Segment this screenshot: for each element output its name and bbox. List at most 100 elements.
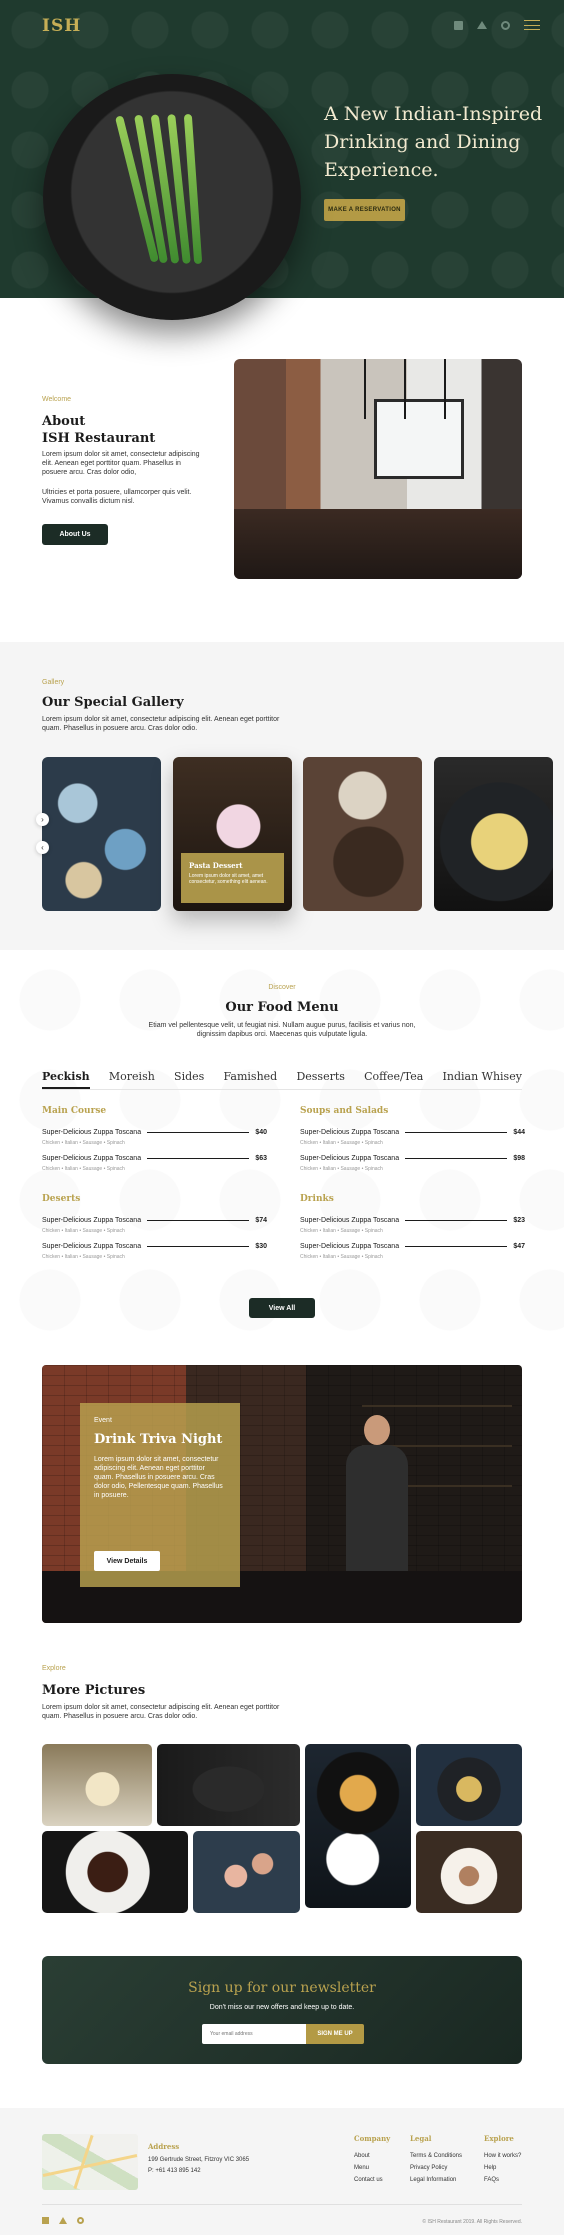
category-drinks: Drinks: [300, 1194, 334, 1204]
instagram-icon[interactable]: [77, 2217, 84, 2224]
copyright-text: © ISH Restaurant 2019. All Rights Reserv…: [422, 2219, 522, 2225]
footer-address-line1: 199 Gertrude Street, Fitzroy VIC 3065: [148, 2157, 250, 2163]
facebook-icon[interactable]: [42, 2217, 49, 2224]
category-deserts: Deserts: [42, 1194, 81, 1204]
newsletter-subtitle: Don't miss our new offers and keep up to…: [209, 2004, 355, 2011]
gallery-photo[interactable]: [42, 1744, 152, 1826]
about-title: About ISH Restaurant: [42, 413, 155, 447]
menu-item-name: Super-Delicious Zuppa Toscana: [42, 1129, 142, 1136]
about-paragraph-1: Lorem ipsum dolor sit amet, consectetur …: [42, 451, 200, 476]
view-details-button[interactable]: View Details: [94, 1551, 160, 1571]
footer-link-terms[interactable]: Terms & Conditions: [410, 2153, 462, 2159]
tab-sides[interactable]: Sides: [174, 1070, 204, 1089]
menu-item[interactable]: Super-Delicious Zuppa Toscana $40 Chicken…: [42, 1129, 267, 1146]
gallery-photo[interactable]: [42, 1831, 188, 1913]
logo[interactable]: ISH: [42, 16, 81, 36]
menu-item-price: $40: [255, 1129, 267, 1136]
location-map[interactable]: [42, 2134, 138, 2190]
menu-item[interactable]: Super-Delicious Zuppa Toscana $63 Chicken…: [42, 1155, 267, 1172]
menu-item-price: $98: [513, 1155, 525, 1162]
facebook-icon[interactable]: [454, 20, 463, 30]
twitter-icon[interactable]: [59, 2217, 67, 2224]
menu-description: Etiam vel pellentesque velit, ut feugiat…: [148, 1022, 416, 1038]
menu-item-price: $44: [513, 1129, 525, 1136]
menu-item-name: Super-Delicious Zuppa Toscana: [42, 1217, 142, 1224]
twitter-icon[interactable]: [477, 21, 487, 29]
gallery-photo[interactable]: [305, 1744, 411, 1908]
event-text: Lorem ipsum dolor sit amet, consectetur …: [94, 1456, 223, 1499]
gallery-card[interactable]: [42, 757, 161, 911]
footer-social-icons: [42, 2217, 84, 2224]
more-eyebrow: Explore: [42, 1665, 66, 1672]
menu-item[interactable]: Super-Delicious Zuppa Toscana $98 Chicken…: [300, 1155, 525, 1172]
gallery-card[interactable]: [303, 757, 422, 911]
menu-item-name: Super-Delicious Zuppa Toscana: [42, 1155, 142, 1162]
gallery-next-arrow-icon[interactable]: ›: [36, 813, 49, 826]
gallery-photo[interactable]: [416, 1744, 522, 1826]
gallery-card-overlay: Pasta Dessert Lorem ipsum dolor sit amet…: [181, 853, 284, 903]
footer-link-faqs[interactable]: FAQs: [484, 2177, 499, 2183]
menu-item-ingredients: Chicken • Italian • Sausage • Spinach: [300, 1228, 383, 1234]
footer-link-privacy[interactable]: Privacy Policy: [410, 2165, 447, 2171]
sign-me-up-button[interactable]: SIGN ME UP: [306, 2024, 364, 2044]
footer-link-contact[interactable]: Contact us: [354, 2177, 383, 2183]
menu-tabs: Peckish Moreish Sides Famished Desserts …: [42, 1070, 522, 1089]
tab-famished[interactable]: Famished: [224, 1070, 278, 1089]
menu-item-name: Super-Delicious Zuppa Toscana: [42, 1243, 142, 1250]
gallery-prev-arrow-icon[interactable]: ‹: [36, 841, 49, 854]
gallery-card[interactable]: [434, 757, 553, 911]
menu-item[interactable]: Super-Delicious Zuppa Toscana $44 Chicken…: [300, 1129, 525, 1146]
make-reservation-button[interactable]: MAKE A RESERVATION: [324, 199, 405, 221]
gallery-card[interactable]: Pasta Dessert Lorem ipsum dolor sit amet…: [173, 757, 292, 911]
gallery-photo[interactable]: [157, 1744, 300, 1826]
footer-link-about[interactable]: About: [354, 2153, 370, 2159]
menu-item-ingredients: Chicken • Italian • Sausage • Spinach: [42, 1228, 125, 1234]
about-eyebrow: Welcome: [42, 396, 72, 403]
newsletter-email-input[interactable]: [202, 2024, 306, 2044]
menu-item-price: $47: [513, 1243, 525, 1250]
footer-link-legal-info[interactable]: Legal Information: [410, 2177, 456, 2183]
tab-peckish[interactable]: Peckish: [42, 1070, 90, 1089]
menu-item-name: Super-Delicious Zuppa Toscana: [300, 1155, 400, 1162]
hamburger-menu-icon[interactable]: [524, 20, 540, 30]
menu-title: Our Food Menu: [225, 1000, 339, 1015]
menu-item[interactable]: Super-Delicious Zuppa Toscana $74 Chicken…: [42, 1217, 267, 1234]
gallery-card-text: Lorem ipsum dolor sit amet, amet consect…: [189, 873, 268, 885]
tab-moreish[interactable]: Moreish: [109, 1070, 155, 1089]
more-pictures-title: More Pictures: [42, 1683, 146, 1698]
menu-eyebrow: Discover: [268, 984, 296, 991]
footer-link-how-it-works[interactable]: How it works?: [484, 2153, 521, 2159]
event-title: Drink Triva Night: [94, 1432, 223, 1447]
menu-item[interactable]: Super-Delicious Zuppa Toscana $23 Chicken…: [300, 1217, 525, 1234]
category-soups-salads: Soups and Salads: [300, 1106, 389, 1116]
event-card: Event Drink Triva Night Lorem ipsum dolo…: [80, 1403, 240, 1587]
newsletter-title: Sign up for our newsletter: [188, 1980, 376, 1996]
menu-item[interactable]: Super-Delicious Zuppa Toscana $30 Chicken…: [42, 1243, 267, 1260]
tab-desserts[interactable]: Desserts: [296, 1070, 344, 1089]
tab-coffee-tea[interactable]: Coffee/Tea: [364, 1070, 423, 1089]
menu-item-name: Super-Delicious Zuppa Toscana: [300, 1129, 400, 1136]
menu-item-ingredients: Chicken • Italian • Sausage • Spinach: [300, 1254, 383, 1260]
gallery-photo[interactable]: [416, 1831, 522, 1913]
restaurant-interior-image: [234, 359, 522, 579]
menu-item-name: Super-Delicious Zuppa Toscana: [300, 1217, 400, 1224]
header-icons: [454, 20, 540, 30]
tabs-divider: [42, 1089, 522, 1090]
menu-item-ingredients: Chicken • Italian • Sausage • Spinach: [42, 1254, 125, 1260]
menu-item[interactable]: Super-Delicious Zuppa Toscana $47 Chicken…: [300, 1243, 525, 1260]
footer-link-menu[interactable]: Menu: [354, 2165, 369, 2171]
instagram-icon[interactable]: [501, 20, 510, 30]
view-all-button[interactable]: View All: [249, 1298, 315, 1318]
about-us-button[interactable]: About Us: [42, 524, 108, 545]
gallery-eyebrow: Gallery: [42, 679, 65, 686]
footer-divider: [42, 2204, 522, 2205]
about-paragraph-2: Ultricies et porta posuere, ullamcorper …: [42, 489, 192, 505]
hero-dish-image: [43, 74, 301, 320]
footer-explore-heading: Explore: [484, 2134, 514, 2143]
gallery-card-title: Pasta Dessert: [189, 861, 243, 870]
footer-link-help[interactable]: Help: [484, 2165, 496, 2171]
hero-title: A New Indian-Inspired Drinking and Dinin…: [324, 103, 543, 181]
gallery-photo[interactable]: [193, 1831, 300, 1913]
menu-item-ingredients: Chicken • Italian • Sausage • Spinach: [42, 1166, 125, 1172]
tab-indian-whisey[interactable]: Indian Whisey: [443, 1070, 522, 1089]
